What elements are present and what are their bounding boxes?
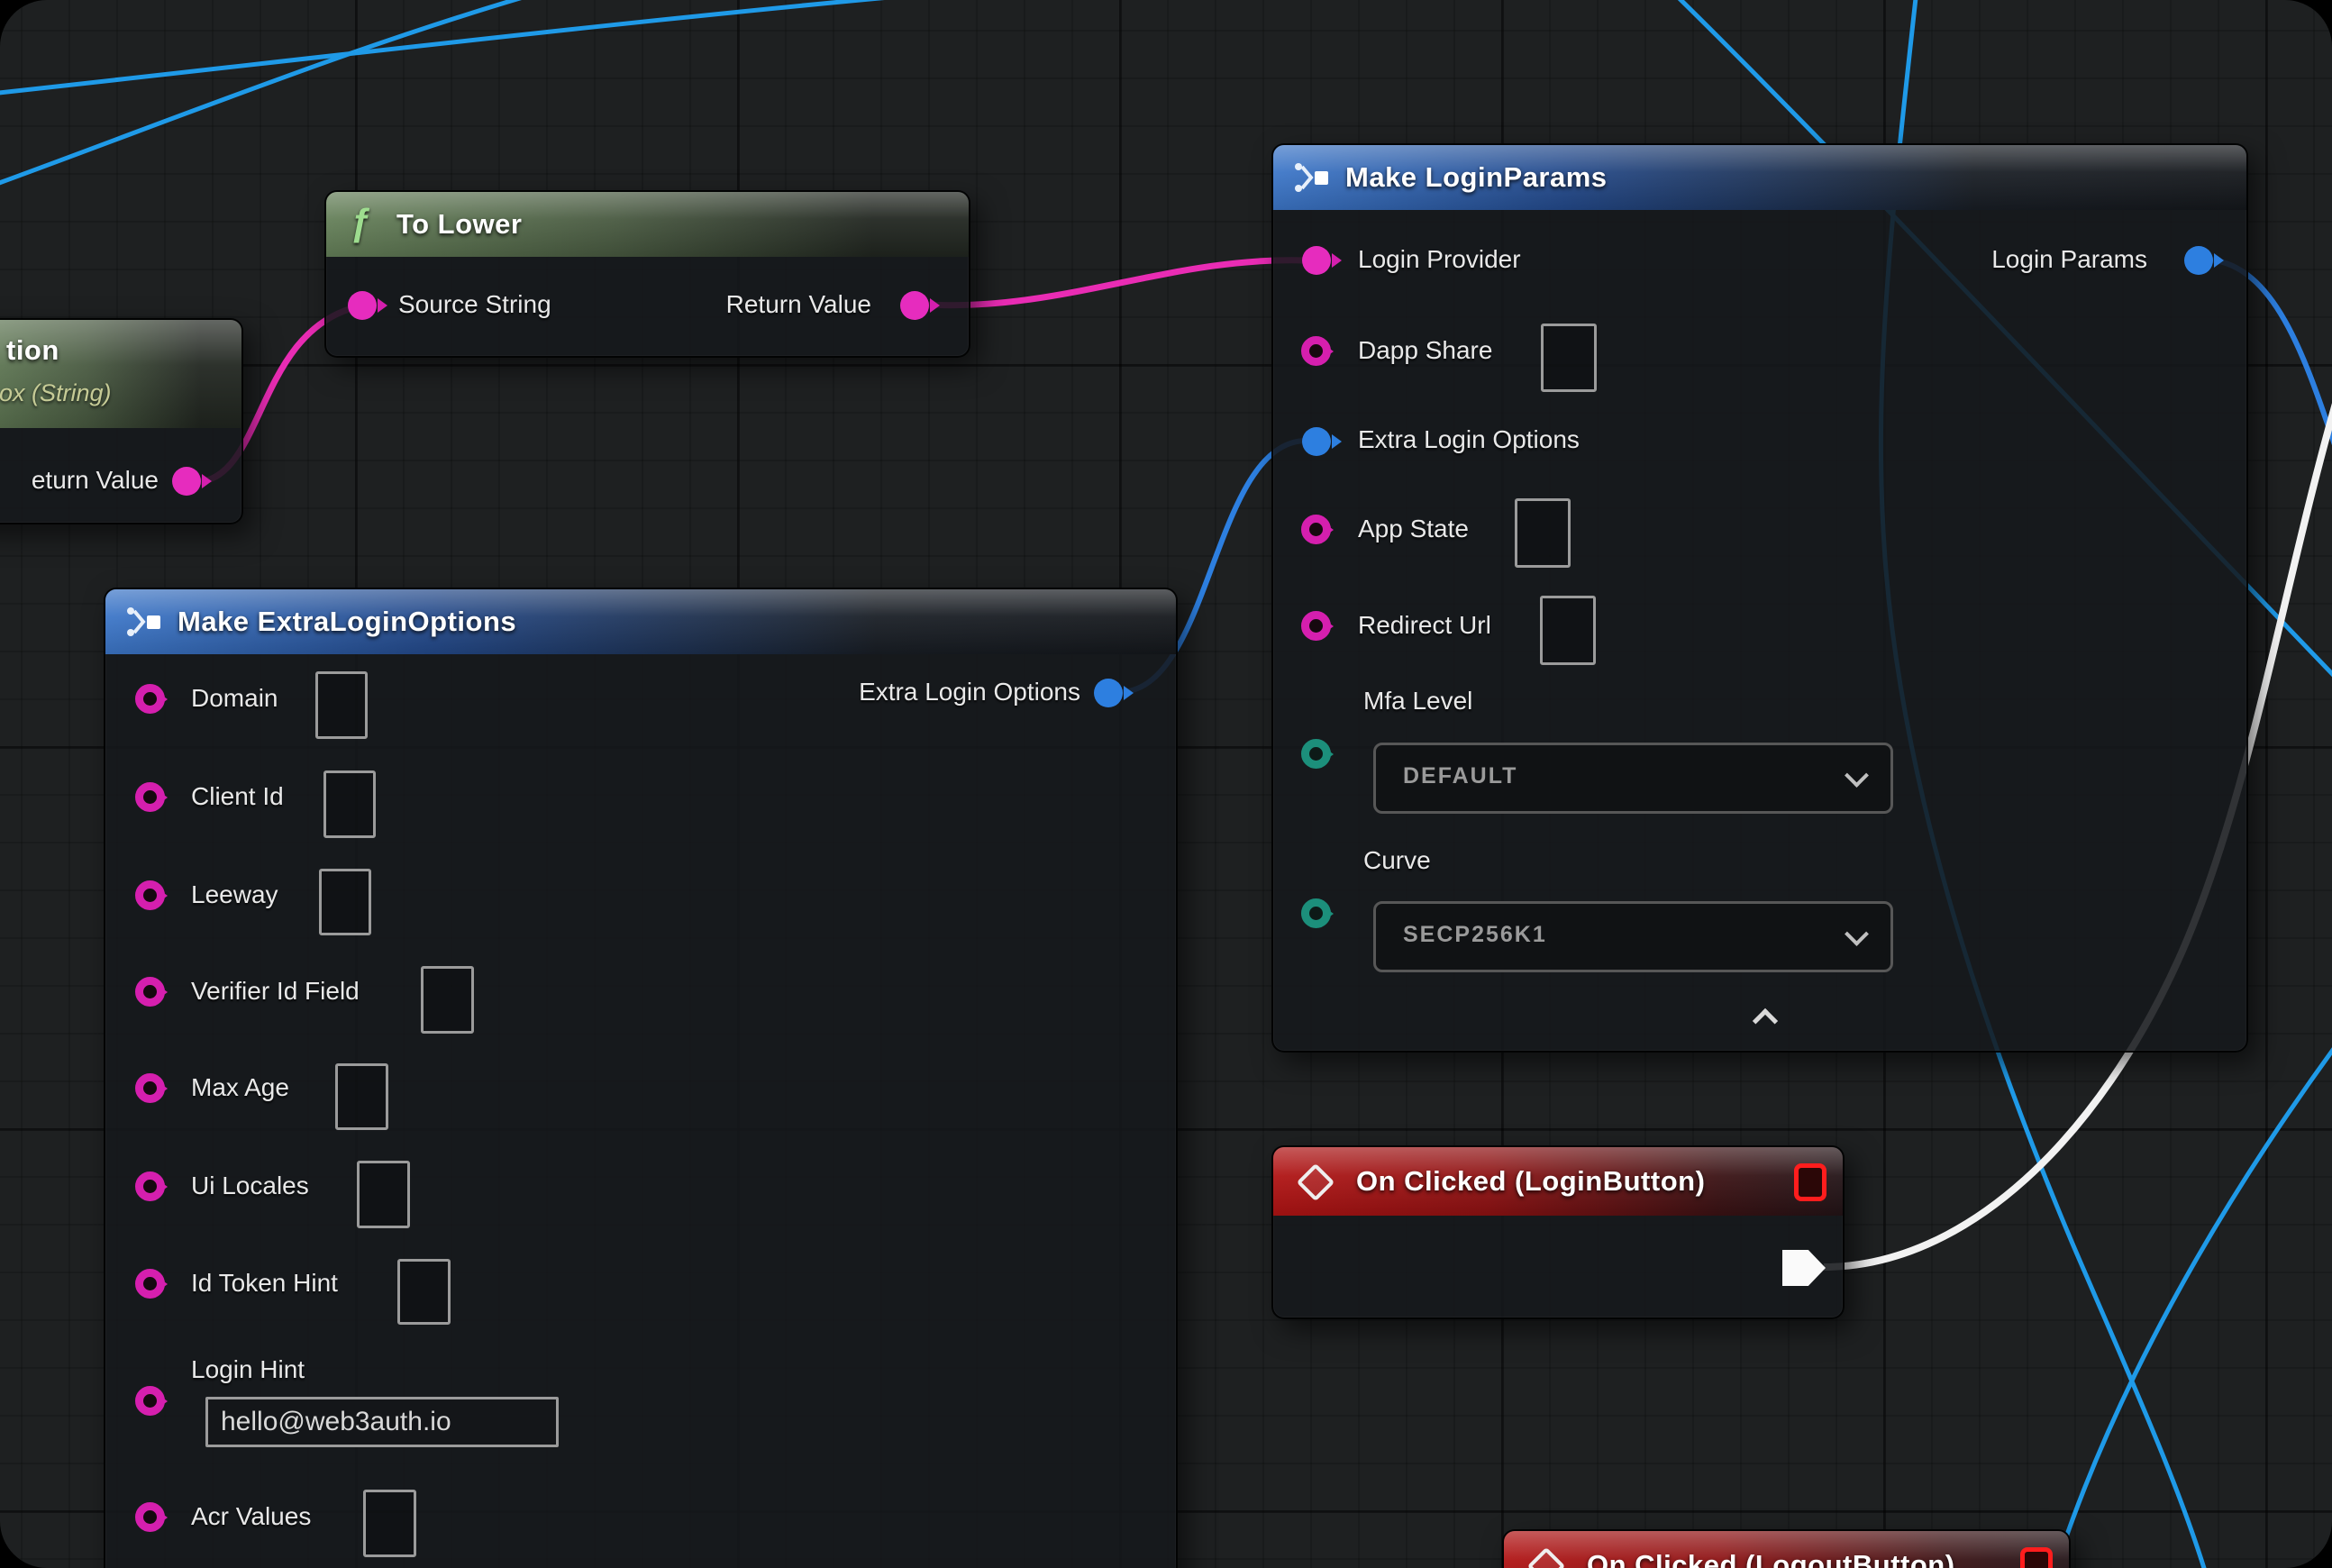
pin-label-extra-login-options: Extra Login Options [1358,425,1580,454]
node-mlp-title: Make LoginParams [1345,161,1608,194]
value-box-dapp-share[interactable] [1541,324,1597,392]
node-on-clicked-loginbutton[interactable]: On Clicked (LoginButton) [1271,1145,1845,1319]
node-get-text-partial[interactable]: tion ox (String) eturn Value [0,318,243,524]
pin-label-acr-values: Acr Values [191,1502,311,1531]
pin-label-app-state: App State [1358,515,1469,543]
function-icon: ƒ [350,201,370,244]
pin-return-value-output[interactable] [172,467,201,496]
pin-extra-login-options-output[interactable] [1094,679,1123,707]
collapse-node-chevron-icon[interactable] [1753,1008,1778,1034]
pin-label-verifier-id-field: Verifier Id Field [191,977,360,1006]
pin-label-return-value: eturn Value [32,466,159,495]
pin-redirect-url[interactable] [1301,611,1331,641]
pin-verifier-id-field[interactable] [135,977,165,1007]
pin-ui-locales[interactable] [135,1171,165,1201]
pin-label-login-provider: Login Provider [1358,245,1521,274]
pin-label-dapp-share: Dapp Share [1358,336,1492,365]
pin-curve[interactable] [1301,898,1331,928]
blueprint-editor-screenshot: tion ox (String) eturn Value ƒ To Lower … [0,0,2332,1568]
node-to-lower-title: To Lower [396,208,522,241]
mfa-level-value: DEFAULT [1403,763,1517,789]
node-oclo-title: On Clicked (LogoutButton) [1587,1549,1955,1568]
value-box-acr-values[interactable] [363,1490,416,1557]
node-ocl-title: On Clicked (LoginButton) [1356,1165,1705,1198]
wire-blue-topleft-steep [0,0,577,189]
node-title-fragment: tion [6,334,59,367]
pin-label-max-age: Max Age [191,1073,289,1102]
node-to-lower[interactable]: ƒ To Lower Source String Return Value [324,190,970,358]
wire-blue-bottomright [2050,1036,2332,1568]
pin-label-ui-locales: Ui Locales [191,1171,309,1200]
widget-event-icon [2020,1547,2053,1568]
pin-label-client-id: Client Id [191,782,284,811]
value-box-leeway[interactable] [319,869,371,935]
pin-login-params-output[interactable] [2184,246,2213,275]
pin-label-login-params-out: Login Params [1991,245,2147,274]
value-box-redirect-url[interactable] [1540,596,1596,665]
pin-label-id-token-hint: Id Token Hint [191,1269,338,1298]
pin-domain[interactable] [135,684,165,714]
node-make-login-params[interactable]: Make LoginParams Login Provider Login Pa… [1271,143,2248,1053]
pin-app-state[interactable] [1301,515,1331,544]
chevron-down-icon [1845,922,1869,946]
exec-output-pin[interactable] [1782,1250,1826,1286]
widget-event-icon [1794,1163,1826,1201]
value-box-max-age[interactable] [335,1063,388,1130]
label-mfa-level: Mfa Level [1363,687,1472,716]
node-melo-title: Make ExtraLoginOptions [178,606,516,638]
wire-string-tolower-to-loginprovider [926,260,1307,305]
pin-client-id[interactable] [135,782,165,812]
pin-label-extra-login-options-out: Extra Login Options [859,678,1080,707]
value-box-verifier-id-field[interactable] [421,966,474,1034]
pin-label-return-value: Return Value [726,290,871,319]
curve-dropdown[interactable]: SECP256K1 [1373,901,1893,972]
pin-id-token-hint[interactable] [135,1269,165,1299]
pin-label-login-hint: Login Hint [191,1355,305,1384]
value-box-client-id[interactable] [323,770,376,838]
mfa-level-dropdown[interactable]: DEFAULT [1373,743,1893,814]
curve-value: SECP256K1 [1403,922,1547,948]
pin-dapp-share[interactable] [1301,336,1331,366]
pin-label-redirect-url: Redirect Url [1358,611,1491,640]
pin-return-value[interactable] [900,291,929,320]
value-box-ui-locales[interactable] [357,1161,410,1228]
node-on-clicked-logoutbutton[interactable]: On Clicked (LogoutButton) [1502,1529,2071,1568]
graph-canvas[interactable]: tion ox (String) eturn Value ƒ To Lower … [0,0,2332,1568]
node-subtitle-fragment: ox (String) [0,379,112,407]
login-hint-input[interactable]: hello@web3auth.io [205,1397,559,1447]
value-box-domain[interactable] [315,671,368,739]
pin-leeway[interactable] [135,880,165,910]
pin-label-leeway: Leeway [191,880,278,909]
pin-login-provider[interactable] [1302,246,1331,275]
pin-mfa-level[interactable] [1301,739,1331,769]
value-box-app-state[interactable] [1515,498,1571,568]
pin-extra-login-options-in[interactable] [1302,427,1331,456]
label-curve: Curve [1363,846,1431,875]
pin-login-hint[interactable] [135,1386,165,1416]
chevron-down-icon [1845,763,1869,788]
node-make-extra-login-options[interactable]: Make ExtraLoginOptions Domain Client Id … [104,588,1178,1568]
make-struct-icon [125,604,165,640]
pin-max-age[interactable] [135,1073,165,1103]
value-box-id-token-hint[interactable] [397,1259,451,1325]
pin-acr-values[interactable] [135,1502,165,1532]
make-struct-icon [1293,160,1333,196]
pin-source-string[interactable] [348,291,377,320]
pin-label-domain: Domain [191,684,278,713]
wire-blue-topleft-shallow [0,0,1068,95]
pin-label-source-string: Source String [398,290,551,319]
